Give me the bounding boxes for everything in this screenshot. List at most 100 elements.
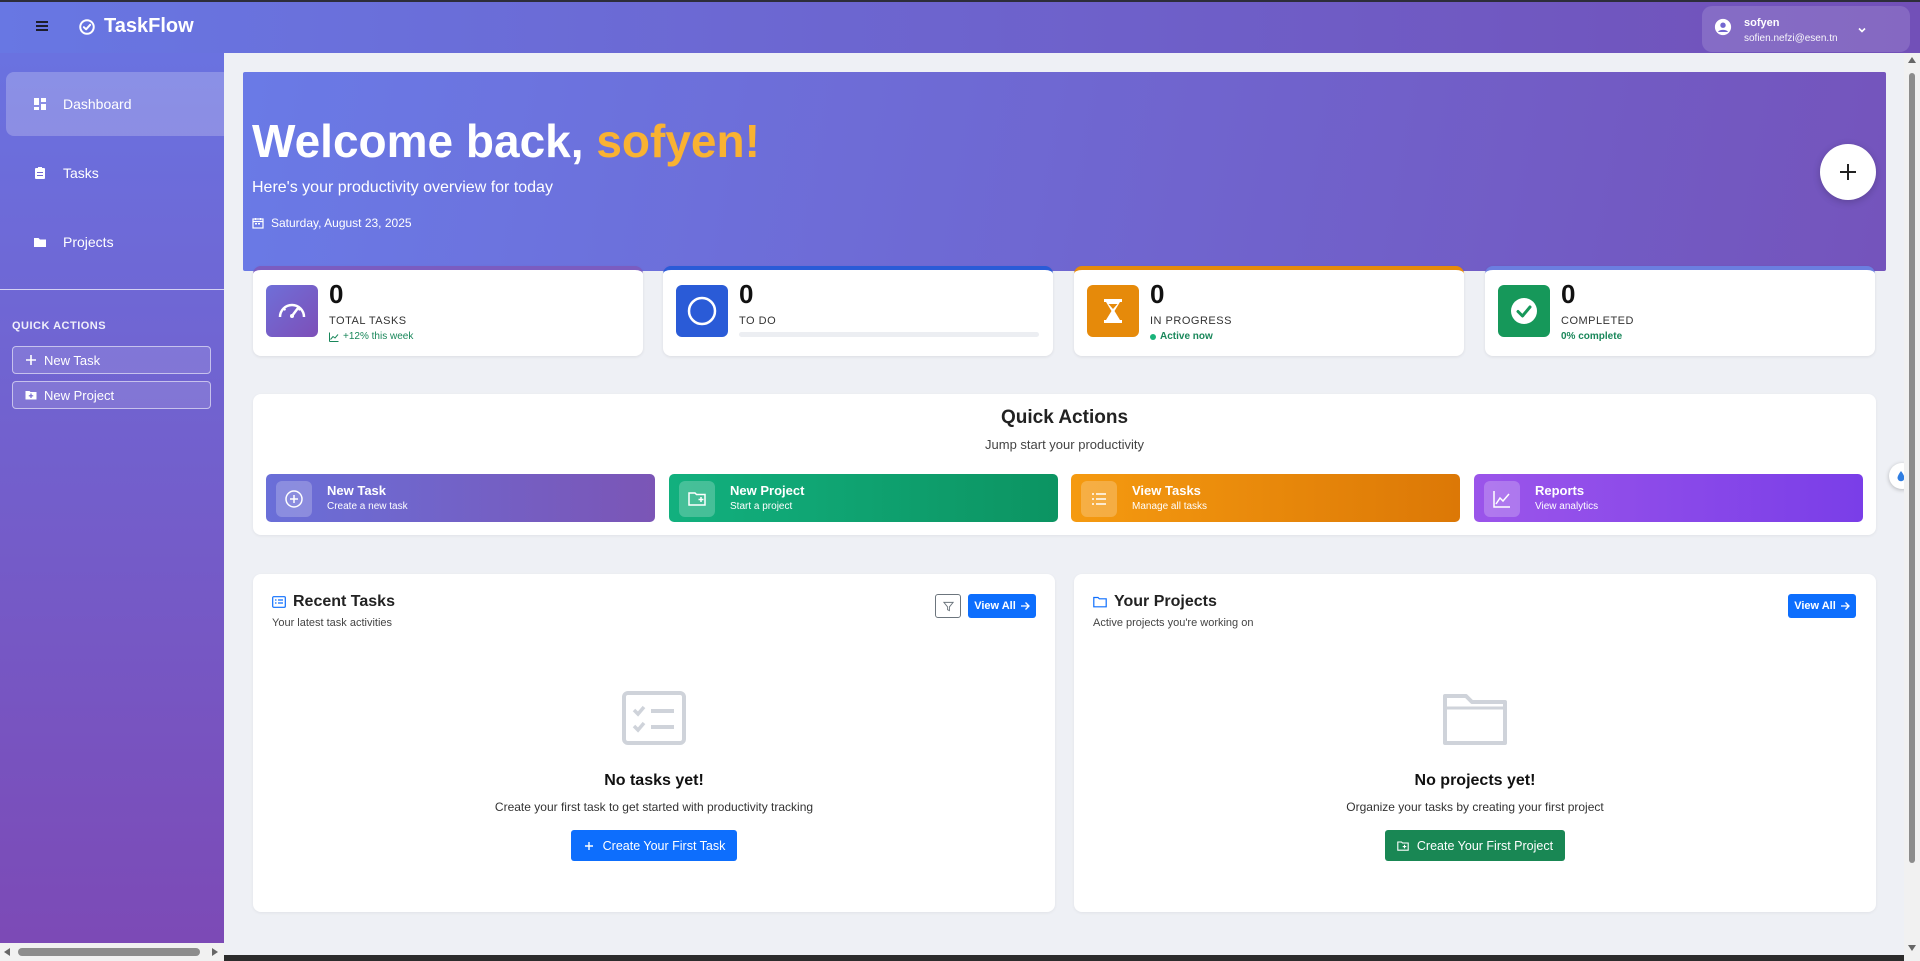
check-circle-icon bbox=[79, 18, 95, 35]
arrow-right-icon bbox=[1020, 602, 1030, 610]
stat-label: COMPLETED bbox=[1561, 315, 1634, 327]
folder-plus-icon bbox=[688, 492, 706, 506]
top-navbar: TaskFlow sofyen sofien.nefzi@esen.tn bbox=[0, 0, 1920, 53]
stat-percent: 0% complete bbox=[1561, 331, 1622, 342]
vertical-scrollbar[interactable] bbox=[1904, 53, 1920, 961]
welcome-banner: Welcome back, sofyen! Here's your produc… bbox=[243, 72, 1886, 271]
qa-subtitle: View analytics bbox=[1535, 501, 1599, 512]
new-task-button[interactable]: New Task bbox=[12, 346, 211, 374]
create-first-task-button[interactable]: Create Your First Task bbox=[571, 830, 737, 861]
create-first-project-label: Create Your First Project bbox=[1416, 838, 1554, 853]
speedometer-icon bbox=[278, 303, 306, 318]
list-card-icon bbox=[272, 596, 286, 608]
circle-icon bbox=[687, 296, 717, 326]
sidebar-item-dashboard[interactable]: Dashboard bbox=[6, 72, 224, 136]
projects-panel: Your Projects Active projects you're wor… bbox=[1074, 574, 1876, 912]
qa-title: Reports bbox=[1535, 483, 1585, 498]
calendar-icon bbox=[252, 218, 264, 229]
qa-title: View Tasks bbox=[1132, 483, 1201, 498]
recent-tasks-view-all-button[interactable]: View All bbox=[968, 594, 1036, 618]
scroll-down-icon[interactable] bbox=[1908, 945, 1916, 951]
user-name: sofyen bbox=[1744, 17, 1780, 29]
sidebar-divider bbox=[0, 289, 224, 290]
qa-subtitle: Start a project bbox=[730, 501, 793, 512]
sidebar-item-label: Projects bbox=[63, 234, 114, 250]
qa-reports-button[interactable]: Reports View analytics bbox=[1474, 474, 1863, 522]
recent-tasks-subtitle: Your latest task activities bbox=[272, 617, 393, 629]
empty-tasks-icon bbox=[622, 691, 686, 745]
stat-label: TOTAL TASKS bbox=[329, 315, 407, 327]
stat-value: 0 bbox=[1561, 279, 1576, 309]
date-text: Saturday, August 23, 2025 bbox=[271, 216, 412, 230]
projects-view-all-button[interactable]: View All bbox=[1788, 594, 1856, 618]
qa-title: New Task bbox=[327, 483, 387, 498]
dashboard-icon bbox=[34, 98, 46, 110]
scroll-thumb[interactable] bbox=[18, 948, 200, 956]
qa-icon-box bbox=[276, 481, 312, 517]
chevron-down-icon bbox=[1858, 27, 1866, 33]
menu-toggle-icon[interactable] bbox=[36, 19, 52, 35]
stat-label: TO DO bbox=[739, 315, 777, 327]
projects-title: Your Projects bbox=[1093, 593, 1217, 611]
qa-icon-box bbox=[1484, 481, 1520, 517]
recent-tasks-title: Recent Tasks bbox=[272, 593, 395, 611]
qa-icon-box bbox=[679, 481, 715, 517]
qa-subtitle: Create a new task bbox=[327, 501, 408, 512]
quick-actions-subtitle: Jump start your productivity bbox=[985, 437, 1144, 452]
current-date: Saturday, August 23, 2025 bbox=[252, 216, 412, 230]
brand-logo[interactable]: TaskFlow bbox=[78, 15, 194, 38]
sidebar-item-label: Tasks bbox=[63, 165, 99, 181]
quick-actions-panel: Quick Actions Jump start your productivi… bbox=[253, 394, 1876, 535]
folder-plus-icon bbox=[1397, 840, 1409, 851]
qa-new-task-button[interactable]: New Task Create a new task bbox=[266, 474, 655, 522]
stat-status: Active now bbox=[1150, 331, 1213, 342]
clipboard-icon bbox=[35, 167, 45, 179]
user-menu[interactable]: sofyen sofien.nefzi@esen.tn bbox=[1702, 6, 1910, 52]
create-first-project-button[interactable]: Create Your First Project bbox=[1385, 830, 1565, 861]
projects-subtitle: Active projects you're working on bbox=[1093, 617, 1254, 629]
quick-actions-heading: QUICK ACTIONS bbox=[12, 320, 107, 332]
stat-card-total-tasks: 0 TOTAL TASKS +12% this week bbox=[253, 266, 643, 356]
qa-new-project-button[interactable]: New Project Start a project bbox=[669, 474, 1058, 522]
qa-icon-box bbox=[1081, 481, 1117, 517]
plus-circle-icon bbox=[285, 490, 303, 508]
empty-tasks-subtitle: Create your first task to get started wi… bbox=[494, 800, 814, 814]
empty-projects-title: No projects yet! bbox=[1414, 772, 1536, 789]
projects-title-text: Your Projects bbox=[1114, 593, 1217, 610]
list-icon bbox=[1092, 493, 1106, 505]
welcome-title: Welcome back, sofyen! bbox=[252, 114, 760, 168]
stat-card-in-progress: 0 IN PROGRESS Active now bbox=[1074, 266, 1464, 356]
brand-name: TaskFlow bbox=[104, 15, 194, 37]
stat-icon-box bbox=[1087, 285, 1139, 337]
sidebar-item-label: Dashboard bbox=[63, 96, 132, 112]
empty-tasks-title: No tasks yet! bbox=[604, 772, 704, 789]
quick-actions-title: Quick Actions bbox=[1000, 407, 1129, 428]
trend-up-icon bbox=[329, 332, 339, 342]
folder-icon bbox=[1093, 596, 1107, 608]
hourglass-icon bbox=[1104, 299, 1122, 323]
scroll-right-icon[interactable] bbox=[212, 948, 218, 956]
sidebar-item-tasks[interactable]: Tasks bbox=[6, 141, 224, 205]
scroll-thumb[interactable] bbox=[1909, 73, 1915, 863]
scroll-up-icon[interactable] bbox=[1908, 57, 1916, 63]
scroll-left-icon[interactable] bbox=[4, 948, 10, 956]
chart-line-icon bbox=[1493, 491, 1510, 508]
create-first-task-label: Create Your First Task bbox=[602, 838, 726, 853]
stat-value: 0 bbox=[739, 279, 754, 309]
bottom-edge bbox=[224, 955, 1904, 961]
sidebar-item-projects[interactable]: Projects bbox=[6, 210, 224, 274]
horizontal-scrollbar[interactable] bbox=[0, 943, 224, 961]
filter-icon bbox=[942, 601, 954, 611]
user-email: sofien.nefzi@esen.tn bbox=[1744, 33, 1838, 44]
stat-value: 0 bbox=[329, 279, 344, 309]
recent-tasks-panel: Recent Tasks Your latest task activities… bbox=[253, 574, 1055, 912]
stat-icon-box bbox=[266, 285, 318, 337]
stat-icon-box bbox=[1498, 285, 1550, 337]
filter-button[interactable] bbox=[935, 594, 961, 618]
stat-card-completed: 0 COMPLETED 0% complete bbox=[1485, 266, 1875, 356]
new-project-button[interactable]: New Project bbox=[12, 381, 211, 409]
add-fab-button[interactable] bbox=[1820, 144, 1876, 200]
qa-title: New Project bbox=[730, 483, 805, 498]
qa-view-tasks-button[interactable]: View Tasks Manage all tasks bbox=[1071, 474, 1460, 522]
qa-subtitle: Manage all tasks bbox=[1132, 501, 1208, 512]
